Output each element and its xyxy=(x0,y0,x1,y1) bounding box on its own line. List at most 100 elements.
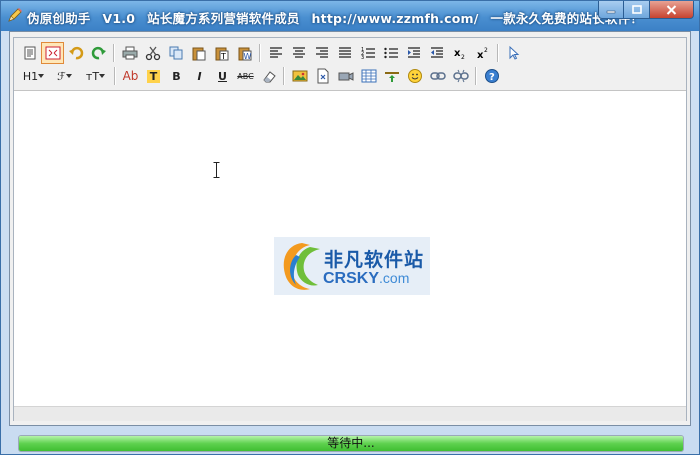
italic-button[interactable]: I xyxy=(188,65,211,87)
emoticon-button[interactable] xyxy=(403,65,426,87)
insert-flash-button[interactable] xyxy=(334,65,357,87)
redo-icon xyxy=(91,46,106,60)
ordered-list-icon: 123 xyxy=(361,47,375,60)
outdent-button[interactable] xyxy=(425,42,448,64)
copy-icon xyxy=(169,46,182,60)
crsky-watermark: 非凡软件站 CRSKY.com xyxy=(274,237,430,295)
close-button[interactable] xyxy=(650,1,694,19)
align-center-button[interactable] xyxy=(287,42,310,64)
svg-text:W: W xyxy=(243,52,251,61)
svg-text:T: T xyxy=(220,52,226,61)
insert-image-button[interactable] xyxy=(288,65,311,87)
fullscreen-button[interactable] xyxy=(41,42,64,64)
app-name: 伪原创助手 xyxy=(27,11,91,26)
window-controls xyxy=(598,1,694,21)
bold-label: B xyxy=(172,69,181,83)
status-text: 等待中... xyxy=(327,436,375,450)
insert-table-button[interactable] xyxy=(357,65,380,87)
align-right-icon xyxy=(315,47,328,58)
toolbar-row-1: T W 1 2 3 x 2 x 2 xyxy=(18,42,525,64)
rich-text-editor: T W 1 2 3 x 2 x 2 H1 ℱ тT Ab T B I U ABC… xyxy=(13,37,687,421)
status-progress-bar: 等待中... xyxy=(18,435,684,452)
insert-file-icon xyxy=(317,68,328,84)
bold-button[interactable]: B xyxy=(165,65,188,87)
select-all-button[interactable] xyxy=(502,42,525,64)
link-button[interactable] xyxy=(426,65,449,87)
editor-content[interactable]: 非凡软件站 CRSKY.com xyxy=(14,91,686,405)
superscript-button[interactable]: x2 xyxy=(471,42,494,64)
underline-button[interactable]: U xyxy=(211,65,234,87)
italic-label: I xyxy=(197,69,202,83)
select-all-icon xyxy=(509,45,519,60)
align-left-icon xyxy=(269,47,282,58)
cut-button[interactable] xyxy=(141,42,164,64)
font-size-dropdown[interactable]: тT xyxy=(80,65,111,87)
strikethrough-label: ABC xyxy=(237,71,254,81)
subscript-icon: x2 xyxy=(454,48,465,60)
subscript-button[interactable]: x2 xyxy=(448,42,471,64)
svg-text:3: 3 xyxy=(361,55,364,60)
svg-text:2: 2 xyxy=(461,54,465,60)
minimize-button[interactable] xyxy=(598,1,624,19)
underline-label: U xyxy=(218,69,227,83)
heading-label: H1 xyxy=(22,69,39,83)
print-button[interactable] xyxy=(118,42,141,64)
watermark-en-text: CRSKY.com xyxy=(323,270,409,288)
print-icon xyxy=(122,46,137,60)
insert-hr-button[interactable] xyxy=(380,65,403,87)
pencil-app-icon xyxy=(8,8,22,22)
svg-text:?: ? xyxy=(489,72,495,83)
source-icon xyxy=(24,46,35,60)
heading-dropdown[interactable]: H1 xyxy=(18,65,49,87)
toolbar-separator xyxy=(497,44,499,62)
toolbar-separator xyxy=(114,67,116,85)
undo-button[interactable] xyxy=(64,42,87,64)
fullscreen-icon xyxy=(45,46,60,60)
indent-button[interactable] xyxy=(402,42,425,64)
indent-icon xyxy=(407,47,420,58)
paste-text-button[interactable]: T xyxy=(210,42,233,64)
app-window: 伪原创助手 V1.0 站长魔方系列营销软件成员 http://www.zzmfh.co… xyxy=(0,0,700,455)
eraser-button[interactable] xyxy=(257,65,280,87)
title-bar[interactable]: 伪原创助手 V1.0 站长魔方系列营销软件成员 http://www.zzmfh.co… xyxy=(1,1,699,31)
undo-icon xyxy=(68,46,83,60)
highlight-label: T xyxy=(146,69,161,83)
strikethrough-button[interactable]: ABC xyxy=(234,65,257,87)
toolbar-separator xyxy=(259,44,261,62)
copy-button[interactable] xyxy=(164,42,187,64)
minimize-icon xyxy=(606,10,616,13)
font-size-label: тT xyxy=(85,69,100,83)
watermark-en-suffix: .com xyxy=(379,270,410,286)
help-button[interactable]: ? xyxy=(480,65,503,87)
smiley-icon xyxy=(407,69,422,83)
justify-button[interactable] xyxy=(333,42,356,64)
unordered-list-button[interactable] xyxy=(379,42,402,64)
outdent-icon xyxy=(430,47,443,58)
highlight-button[interactable]: T xyxy=(142,65,165,87)
paste-button[interactable] xyxy=(187,42,210,64)
toolbar-separator xyxy=(113,44,115,62)
justify-icon xyxy=(338,47,351,58)
redo-button[interactable] xyxy=(87,42,110,64)
font-family-dropdown[interactable]: ℱ xyxy=(49,65,80,87)
maximize-button[interactable] xyxy=(624,1,650,19)
align-left-button[interactable] xyxy=(264,42,287,64)
text-cursor-icon xyxy=(213,162,220,178)
source-button[interactable] xyxy=(18,42,41,64)
font-family-label: ℱ xyxy=(57,69,66,83)
paste-word-button[interactable]: W xyxy=(233,42,256,64)
editor-toolbar: T W 1 2 3 x 2 x 2 H1 ℱ тT Ab T B I U ABC… xyxy=(14,38,686,91)
app-version: V1.0 xyxy=(102,11,136,26)
unlink-button[interactable] xyxy=(449,65,472,87)
watermark-en-main: CRSKY xyxy=(323,270,380,287)
series-text: 站长魔方系列营销软件成员 xyxy=(147,11,300,26)
insert-image-icon xyxy=(292,70,307,82)
toolbar-row-2: H1 ℱ тT Ab T B I U ABC ? xyxy=(18,65,503,87)
horizontal-scrollbar[interactable] xyxy=(14,406,686,421)
insert-file-button[interactable] xyxy=(311,65,334,87)
ordered-list-button[interactable]: 123 xyxy=(356,42,379,64)
unlink-icon xyxy=(452,69,469,83)
font-color-button[interactable]: Ab xyxy=(119,65,142,87)
align-right-button[interactable] xyxy=(310,42,333,64)
svg-text:x: x xyxy=(477,50,484,60)
